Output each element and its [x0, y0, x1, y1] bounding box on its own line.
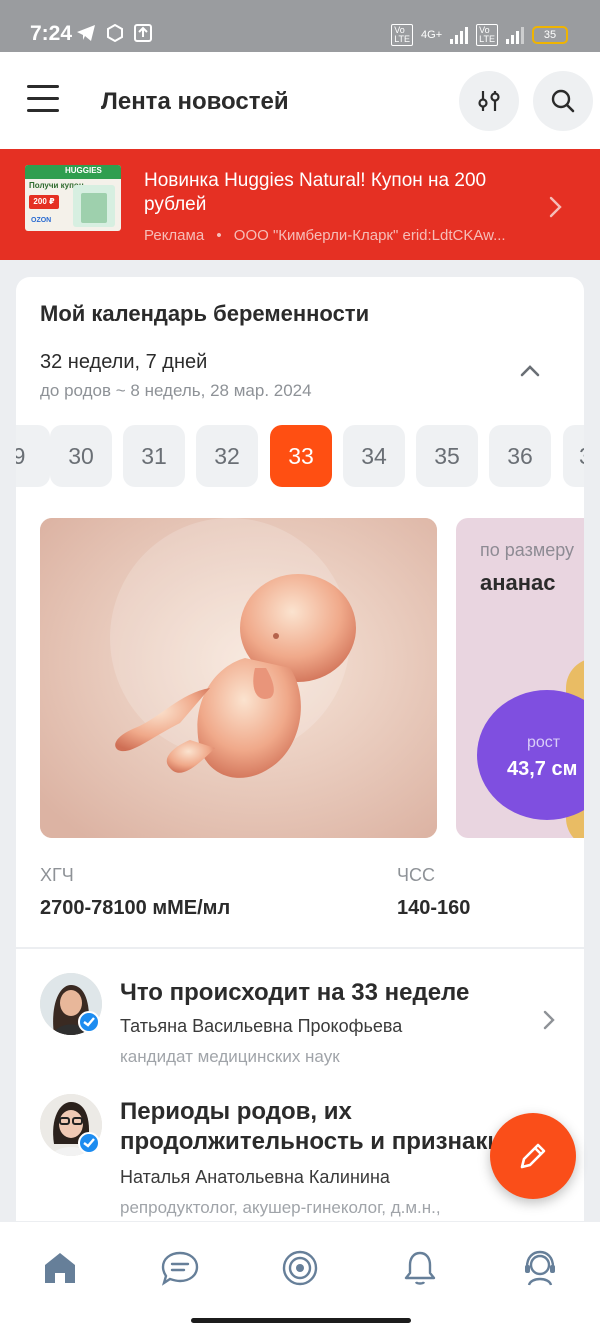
ad-separator: • — [216, 227, 222, 244]
package-icon — [107, 24, 123, 42]
ad-advertiser: ООО "Кимберли-Кларк" erid:LdtCKAw... — [233, 227, 506, 244]
status-time: 7:24 — [30, 22, 73, 45]
ad-thumbnail: HUGGIES Получи купон 200 ₽ OZON — [25, 165, 121, 231]
chevron-right-icon — [549, 196, 562, 218]
chevron-up-icon[interactable] — [518, 363, 542, 379]
upload-icon — [134, 24, 152, 42]
ad-banner[interactable]: HUGGIES Получи купон 200 ₽ OZON Новинка … — [0, 149, 600, 260]
week-chip[interactable]: 31 — [123, 425, 185, 487]
sliders-icon — [478, 91, 500, 111]
pregnancy-calendar-card: Мой календарь беременности 32 недели, 7 … — [16, 277, 584, 947]
home-icon — [45, 1253, 75, 1283]
nav-goals[interactable] — [278, 1246, 322, 1290]
signal-icon-2 — [506, 26, 524, 44]
heart-rate-value: 140-160 — [397, 897, 471, 919]
article-title: Что происходит на 33 неделе — [120, 979, 470, 1006]
app-header: Лента новостей — [0, 52, 600, 149]
hcg-value: 2700-78100 мМЕ/мл — [40, 897, 231, 919]
week-chip[interactable]: 30 — [50, 425, 112, 487]
status-system-icons: Vo LTE 4G+ Vo LTE 35 — [391, 24, 568, 46]
article-author-role: кандидат медицинских наук — [120, 1047, 340, 1066]
week-chip[interactable]: 32 — [196, 425, 258, 487]
telegram-icon — [77, 25, 95, 41]
filter-button[interactable] — [459, 71, 519, 131]
ad-thumb-store: OZON — [31, 217, 52, 224]
network-type: 4G+ — [421, 29, 443, 41]
bell-icon — [404, 1251, 436, 1285]
week-chip[interactable]: 35 — [416, 425, 478, 487]
week-chip[interactable]: 3 — [563, 425, 584, 487]
height-label: рост — [527, 734, 561, 751]
weeks-label: 32 недели, 7 дней — [40, 351, 208, 373]
article-author-role: репродуктолог, акушер-гинеколог, д.м.н., — [120, 1198, 441, 1217]
due-date-label: до родов ~ 8 недель, 28 мар. 2024 — [40, 381, 312, 400]
height-value: 43,7 см — [507, 758, 578, 780]
ad-meta: Реклама • ООО "Кимберли-Кларк" erid:LdtC… — [144, 227, 506, 244]
week-chip-active[interactable]: 33 — [270, 425, 332, 487]
article-author: Наталья Анатольевна Калинина — [120, 1167, 390, 1187]
volte-icon-2: Vo LTE — [476, 24, 498, 46]
search-icon — [551, 89, 575, 113]
bottom-navigation — [0, 1222, 600, 1332]
chat-icon — [161, 1251, 199, 1286]
battery-icon: 35 — [532, 26, 568, 44]
ad-label: Реклама — [144, 227, 205, 244]
fetus-illustration[interactable] — [40, 518, 437, 838]
target-icon — [282, 1250, 318, 1286]
size-label: по размеру — [480, 540, 575, 560]
article-title-line-1: Периоды родов, их — [120, 1098, 352, 1125]
status-notification-icons — [76, 24, 152, 42]
week-chip[interactable]: 34 — [343, 425, 405, 487]
ad-thumb-price: 200 ₽ — [29, 195, 59, 209]
ad-title: Новинка Huggies Natural! Купон на 200 ру… — [144, 170, 487, 215]
article-item[interactable]: Что происходит на 33 неделе Татьяна Васи… — [16, 949, 584, 1079]
nav-home[interactable] — [38, 1246, 82, 1290]
page-title: Лента новостей — [101, 88, 289, 115]
article-title-line-2: продолжительность и признаки — [120, 1128, 503, 1155]
volte-icon: Vo LTE — [391, 24, 414, 46]
article-author: Татьяна Васильевна Прокофьева — [120, 1016, 403, 1036]
ad-thumb-brand: HUGGIES — [65, 166, 102, 175]
fetus-image — [40, 518, 437, 838]
hamburger-menu-icon[interactable] — [27, 85, 59, 113]
chevron-right-icon — [543, 1010, 555, 1030]
calendar-title: Мой календарь беременности — [40, 301, 370, 326]
heart-rate-label: ЧСС — [397, 865, 435, 885]
nav-notifications[interactable] — [398, 1246, 442, 1290]
week-chip[interactable]: 36 — [489, 425, 551, 487]
signal-icon — [450, 26, 469, 44]
support-icon — [525, 1250, 555, 1286]
nav-chat[interactable] — [158, 1246, 202, 1290]
gesture-home-bar[interactable] — [191, 1318, 411, 1323]
status-bar: 7:24 Vo LTE 4G+ Vo LTE 35 — [0, 0, 600, 52]
fruit-size-card[interactable]: по размеру ананас рост 43,7 см — [456, 518, 584, 838]
verified-icon — [78, 1011, 100, 1033]
hcg-label: ХГЧ — [40, 865, 74, 885]
height-badge: рост 43,7 см — [477, 690, 584, 820]
pencil-icon — [520, 1143, 546, 1169]
nav-support[interactable] — [518, 1246, 562, 1290]
size-value: ананас — [480, 570, 556, 595]
verified-icon — [78, 1132, 100, 1154]
week-chip[interactable]: 9 — [16, 425, 50, 487]
search-button[interactable] — [533, 71, 593, 131]
compose-button[interactable] — [490, 1113, 576, 1199]
